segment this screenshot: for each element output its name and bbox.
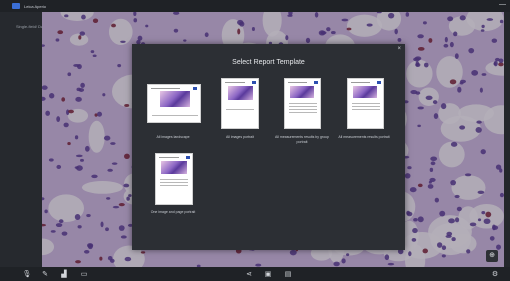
close-icon[interactable]: × [397, 46, 401, 52]
app-logo-icon [12, 3, 20, 9]
settings-icon[interactable]: ⚙ [490, 270, 500, 279]
template-option[interactable]: One image and page portrait [142, 153, 204, 219]
template-caption: One image and page portrait [150, 210, 196, 214]
template-option[interactable]: All measurements results portrait [333, 78, 395, 144]
template-thumbnail [221, 78, 259, 129]
template-caption: All measurements results portrait [338, 135, 390, 139]
template-caption: All images portrait [225, 135, 254, 139]
template-thumbnail [147, 84, 201, 123]
template-thumbnail [284, 78, 321, 129]
report-icon[interactable]: ▤ [283, 270, 293, 279]
report-template-dialog: × Select Report Template All images land… [132, 44, 405, 250]
screen-icon[interactable]: ▭ [79, 270, 89, 279]
template-thumbnail [155, 153, 193, 205]
save-icon[interactable]: ▣ [263, 270, 273, 279]
template-option[interactable]: All images portrait [209, 78, 271, 144]
template-option[interactable]: All images landscape [142, 84, 204, 144]
microphone-icon[interactable]: 🎙 [22, 270, 32, 279]
minimize-icon[interactable]: — [499, 1, 506, 9]
app-window: Leica Aperio — Single-field/ Database...… [0, 0, 510, 281]
bottom-toolbar [0, 267, 510, 281]
template-thumbnail [347, 78, 384, 129]
app-title: Leica Aperio [24, 3, 47, 9]
zoom-in-button[interactable]: ⊕ [486, 250, 498, 262]
share-icon[interactable]: ⋖ [244, 270, 254, 279]
chart-icon[interactable]: ▟ [59, 270, 69, 279]
left-panel [0, 12, 42, 267]
right-gutter [504, 12, 510, 267]
dialog-title: Select Report Template [232, 59, 305, 66]
title-bar: Leica Aperio — [0, 0, 510, 12]
template-caption: All measurements results by group portra… [275, 135, 329, 144]
template-option[interactable]: All measurements results by group portra… [271, 78, 333, 152]
zoom-in-icon: ⊕ [489, 252, 495, 259]
brush-icon[interactable]: ✎ [40, 270, 50, 279]
template-caption: All images landscape [156, 135, 190, 139]
